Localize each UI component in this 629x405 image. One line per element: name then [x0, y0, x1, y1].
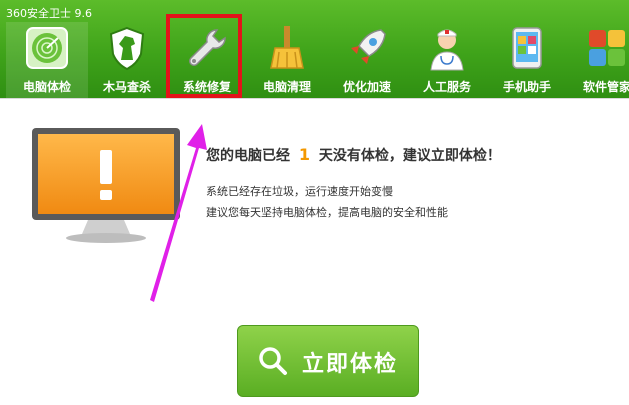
broom-icon	[270, 26, 304, 69]
tool-label: 电脑体检	[22, 80, 71, 94]
checkup-headline: 您的电脑已经 1 天没有体检，建议立即体检！	[206, 145, 501, 165]
tool-trojan-scan[interactable]: 木马查杀	[86, 22, 168, 98]
check-now-button[interactable]: 立即体检	[237, 325, 419, 397]
app-title: 360安全卫士 9.6	[6, 7, 92, 20]
divider	[0, 98, 629, 99]
tool-manual-service[interactable]: 人工服务	[406, 22, 488, 98]
tool-software-manager[interactable]: 软件管家	[566, 22, 629, 98]
tool-phone-assistant[interactable]: 手机助手	[486, 22, 568, 98]
tool-label: 木马查杀	[102, 80, 151, 94]
tool-label: 人工服务	[422, 80, 471, 94]
phone-app-icon	[512, 27, 542, 69]
headline-suffix: 天没有体检，建议立即体检！	[318, 148, 501, 164]
top-toolbar-area: 360安全卫士 9.6 电脑体检 木马查杀 系统修复 电脑清理 优化加速 人工服…	[0, 0, 629, 98]
headline-prefix: 您的电脑已经	[206, 148, 290, 164]
desc-line-2: 建议您每天坚持电脑体检，提高电脑的安全和性能	[206, 206, 448, 219]
software-grid-icon	[589, 30, 625, 66]
rocket-icon	[349, 29, 386, 66]
tool-label: 优化加速	[342, 80, 391, 94]
tool-computer-cleanup[interactable]: 电脑清理	[246, 22, 328, 98]
horse-shield-icon	[109, 26, 145, 71]
radar-icon	[26, 27, 68, 69]
tool-computer-checkup[interactable]: 电脑体检	[6, 22, 88, 98]
magnifier-icon	[259, 347, 287, 375]
main-toolbar: 电脑体检 木马查杀 系统修复 电脑清理 优化加速 人工服务 手机助手 软件管家	[0, 22, 629, 98]
tool-label: 电脑清理	[262, 80, 311, 94]
tool-speed-up[interactable]: 优化加速	[326, 22, 408, 98]
tool-label: 软件管家	[582, 80, 629, 94]
check-now-label: 立即体检	[302, 352, 399, 377]
tool-label: 手机助手	[502, 80, 551, 94]
days-count: 1	[298, 145, 311, 164]
doctor-icon	[430, 29, 464, 71]
desc-line-1: 系统已经存在垃圾，运行速度开始变慢	[206, 185, 393, 198]
monitor-warning-icon	[32, 128, 180, 243]
highlight-box	[166, 14, 242, 98]
